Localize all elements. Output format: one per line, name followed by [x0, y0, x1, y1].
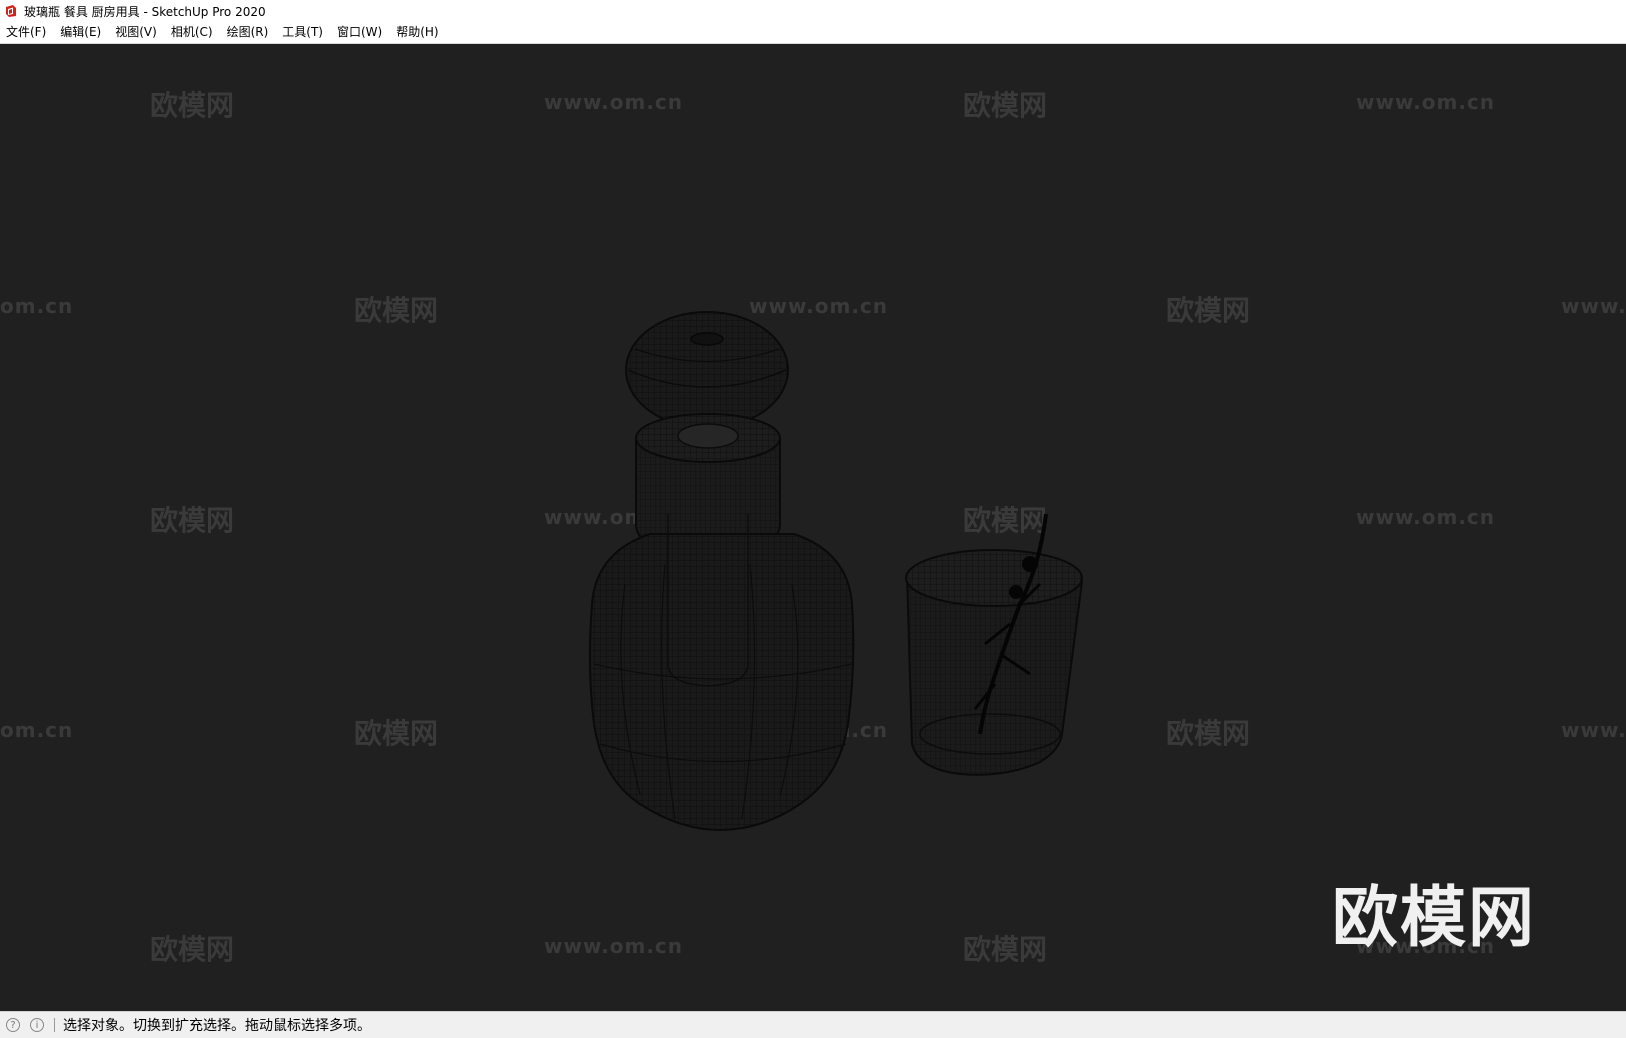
menu-camera[interactable]: 相机(C) — [164, 22, 220, 43]
glass-cup[interactable] — [905, 513, 1084, 776]
status-bar: ? i 选择对象。切换到扩充选择。拖动鼠标选择多项。 — [0, 1011, 1626, 1038]
menu-view[interactable]: 视图(V) — [108, 22, 164, 43]
info-icon[interactable]: i — [30, 1018, 44, 1032]
menu-window[interactable]: 窗口(W) — [330, 22, 389, 43]
model-viewport[interactable]: 欧模网 www.om.cn 欧模网 www.om.cn om.cn 欧模网 ww… — [0, 44, 1626, 1011]
menu-bar: 文件(F) 编辑(E) 视图(V) 相机(C) 绘图(R) 工具(T) 窗口(W… — [0, 22, 1626, 44]
status-message: 选择对象。切换到扩充选择。拖动鼠标选择多项。 — [63, 1018, 371, 1034]
sketchup-icon — [4, 4, 18, 18]
logo-watermark: 欧模网 — [1332, 879, 1536, 956]
title-bar: 玻璃瓶 餐具 厨房用具 - SketchUp Pro 2020 — [0, 0, 1626, 22]
glass-bottle[interactable] — [588, 413, 855, 832]
menu-tools[interactable]: 工具(T) — [275, 22, 330, 43]
menu-edit[interactable]: 编辑(E) — [53, 22, 108, 43]
geolocation-icon[interactable]: ? — [6, 1018, 20, 1032]
menu-draw[interactable]: 绘图(R) — [220, 22, 276, 43]
window-title: 玻璃瓶 餐具 厨房用具 - SketchUp Pro 2020 — [24, 4, 266, 19]
status-divider — [54, 1018, 55, 1032]
menu-help[interactable]: 帮助(H) — [389, 22, 445, 43]
menu-file[interactable]: 文件(F) — [0, 22, 53, 43]
bottle-stopper[interactable] — [625, 311, 789, 429]
